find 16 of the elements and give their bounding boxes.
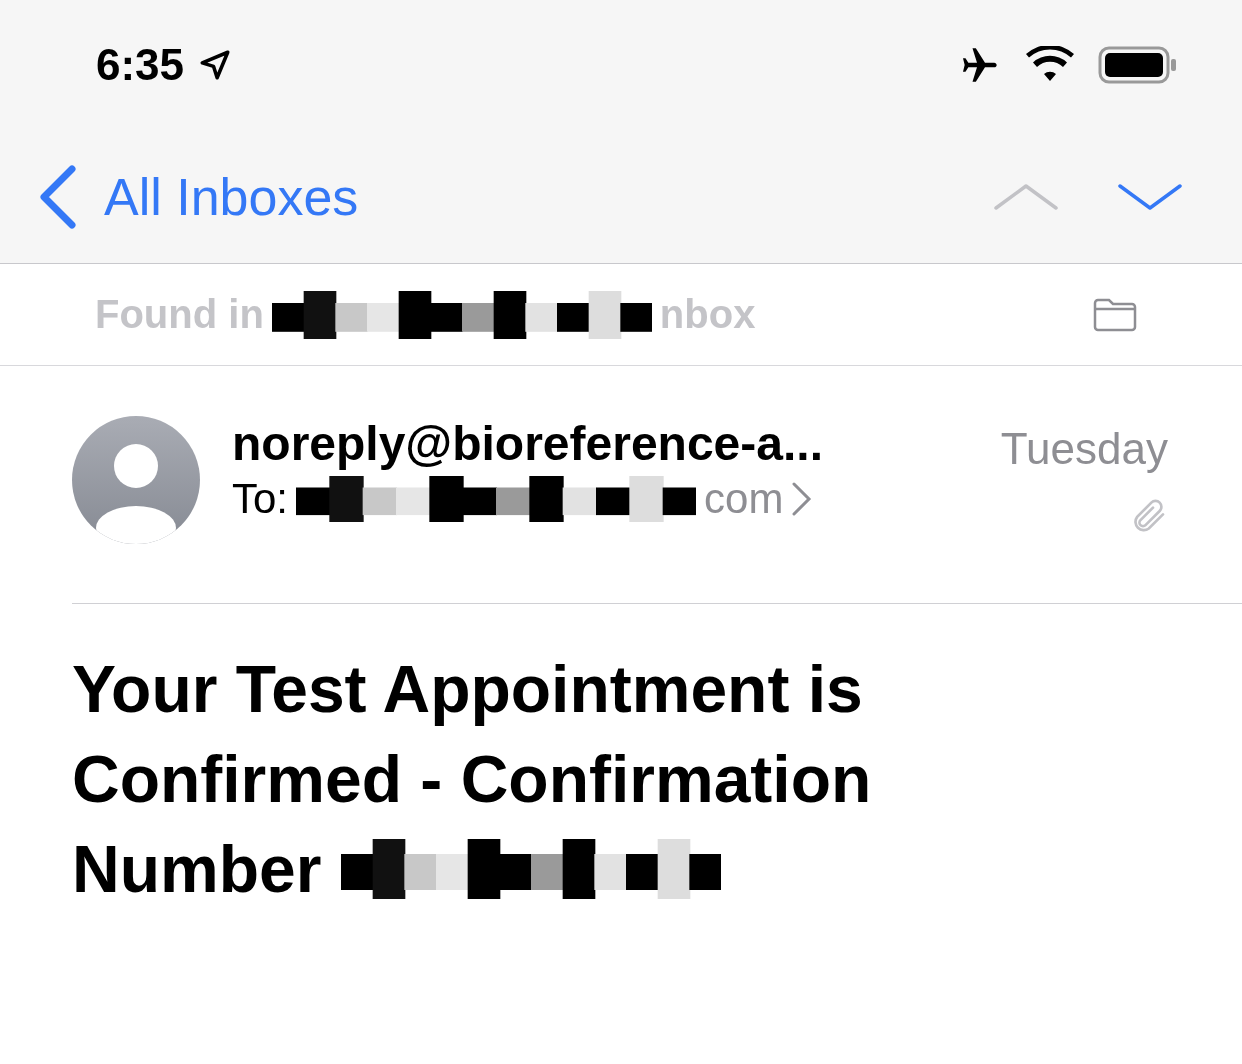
sender-address[interactable]: noreply@bioreference-a...	[232, 416, 1001, 471]
back-button[interactable]: All Inboxes	[38, 164, 359, 229]
chevron-left-icon	[38, 164, 78, 229]
subject-text: Your Test Appointment is Confirmed - Confirmation	[72, 651, 873, 818]
recipient-address[interactable]: com	[704, 475, 784, 523]
avatar-icon	[72, 416, 200, 544]
folder-icon[interactable]	[1092, 296, 1138, 333]
mailbox-name: nbox	[659, 292, 756, 337]
message-date: Tuesday	[1000, 424, 1168, 474]
to-label: To:	[232, 475, 289, 523]
next-message-button[interactable]	[1118, 181, 1182, 212]
found-in-label: Found in	[95, 292, 264, 337]
battery-icon	[1098, 46, 1178, 84]
subject-text: Number	[72, 831, 322, 908]
chevron-right-icon[interactable]	[791, 481, 814, 517]
status-time: 6:35	[96, 40, 185, 90]
